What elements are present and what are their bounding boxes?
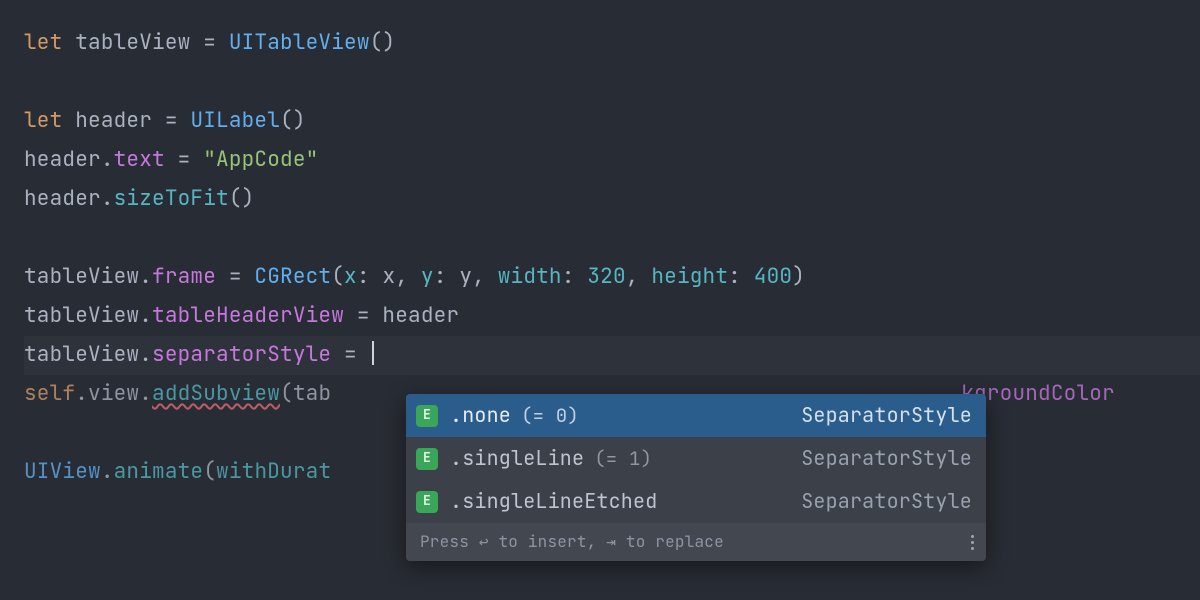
property: tableHeaderView — [152, 302, 344, 329]
code-line[interactable]: let header = UILabel() — [24, 102, 1200, 141]
blank-line — [24, 63, 1200, 102]
method-call: sizeToFit — [114, 185, 229, 212]
autocomplete-item[interactable]: E .singleLineEtched SeparatorStyle — [406, 480, 986, 523]
hint-text: Press ↩ to insert, ⇥ to replace — [420, 527, 724, 557]
blank-line — [24, 219, 1200, 258]
type-name: CGRect — [254, 263, 331, 290]
type-name: UITableView — [229, 29, 370, 56]
number-literal: 320 — [587, 263, 625, 290]
property: frame — [152, 263, 216, 290]
completion-detail: (= 1) — [594, 441, 652, 476]
code-line[interactable]: tableView.frame = CGRect(x: x, y: y, wid… — [24, 258, 1200, 297]
completion-name: .singleLine — [450, 440, 584, 477]
code-line[interactable]: tableView.tableHeaderView = header — [24, 297, 1200, 336]
completion-name: .none — [450, 397, 511, 434]
code-editor[interactable]: let tableView = UITableView() let header… — [0, 0, 1200, 516]
code-line[interactable]: header.text = "AppCode" — [24, 141, 1200, 180]
method-call: animate — [114, 458, 204, 485]
keyword-let: let — [24, 29, 62, 56]
completion-type: SeparatorStyle — [801, 397, 972, 434]
code-line-active[interactable]: tableView.separatorStyle = — [24, 336, 1200, 375]
autocomplete-hint-bar: Press ↩ to insert, ⇥ to replace — [406, 523, 986, 561]
autocomplete-item[interactable]: E .singleLine (= 1) SeparatorStyle — [406, 437, 986, 480]
completion-detail: (= 0) — [521, 398, 579, 433]
tab-key-icon: ⇥ — [606, 531, 616, 552]
enum-badge-icon: E — [416, 405, 438, 427]
enum-badge-icon: E — [416, 448, 438, 470]
method-call-error: addSubview — [152, 380, 280, 407]
more-options-icon[interactable] — [971, 533, 974, 552]
text-caret — [372, 341, 374, 365]
completion-name: .singleLineEtched — [450, 483, 657, 520]
autocomplete-item-selected[interactable]: E .none (= 0) SeparatorStyle — [406, 394, 986, 437]
enter-key-icon: ↩ — [479, 531, 489, 552]
string-literal: "AppCode" — [203, 146, 318, 173]
keyword-self: self — [24, 380, 75, 407]
property: separatorStyle — [152, 341, 331, 368]
identifier: tableView — [75, 29, 190, 56]
type-name: UILabel — [190, 107, 280, 134]
autocomplete-popup[interactable]: E .none (= 0) SeparatorStyle E .singleLi… — [406, 394, 986, 561]
completion-type: SeparatorStyle — [801, 483, 972, 520]
property: text — [114, 146, 165, 173]
completion-type: SeparatorStyle — [801, 440, 972, 477]
code-line[interactable]: header.sizeToFit() — [24, 180, 1200, 219]
number-literal: 400 — [754, 263, 792, 290]
enum-badge-icon: E — [416, 491, 438, 513]
keyword-let: let — [24, 107, 62, 134]
code-line[interactable]: let tableView = UITableView() — [24, 24, 1200, 63]
type-name: UIView — [24, 458, 101, 485]
